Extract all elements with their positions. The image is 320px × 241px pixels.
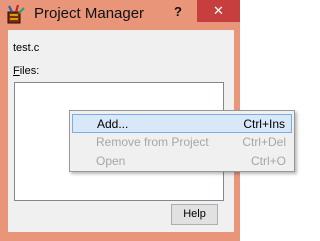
menu-item-label: Add... bbox=[97, 117, 129, 131]
menu-item-label: Remove from Project bbox=[96, 135, 209, 149]
close-icon: ✕ bbox=[213, 3, 224, 18]
menu-item-shortcut: Ctrl+Del bbox=[242, 135, 286, 149]
app-icon bbox=[6, 4, 27, 24]
menu-item-shortcut: Ctrl+Ins bbox=[243, 117, 285, 131]
files-label: Files: bbox=[13, 65, 39, 77]
close-button[interactable]: ✕ bbox=[197, 0, 240, 22]
menu-item-remove-from-project[interactable]: Remove from Project Ctrl+Del bbox=[72, 133, 292, 152]
help-button[interactable]: Help bbox=[171, 204, 218, 225]
menu-item-add[interactable]: Add... Ctrl+Ins bbox=[72, 114, 292, 133]
files-label-accelerator: F bbox=[13, 65, 20, 77]
menu-item-label: Open bbox=[96, 154, 126, 168]
window-title: Project Manager bbox=[34, 5, 145, 22]
menu-item-shortcut: Ctrl+O bbox=[250, 154, 286, 168]
title-bar[interactable]: Project Manager ? ✕ bbox=[0, 0, 240, 30]
context-menu: Add... Ctrl+Ins Remove from Project Ctrl… bbox=[69, 110, 295, 172]
menu-item-open[interactable]: Open Ctrl+O bbox=[72, 152, 292, 171]
context-help-button[interactable]: ? bbox=[174, 4, 182, 19]
project-filename: test.c bbox=[13, 42, 40, 54]
files-label-text: iles: bbox=[19, 65, 40, 77]
